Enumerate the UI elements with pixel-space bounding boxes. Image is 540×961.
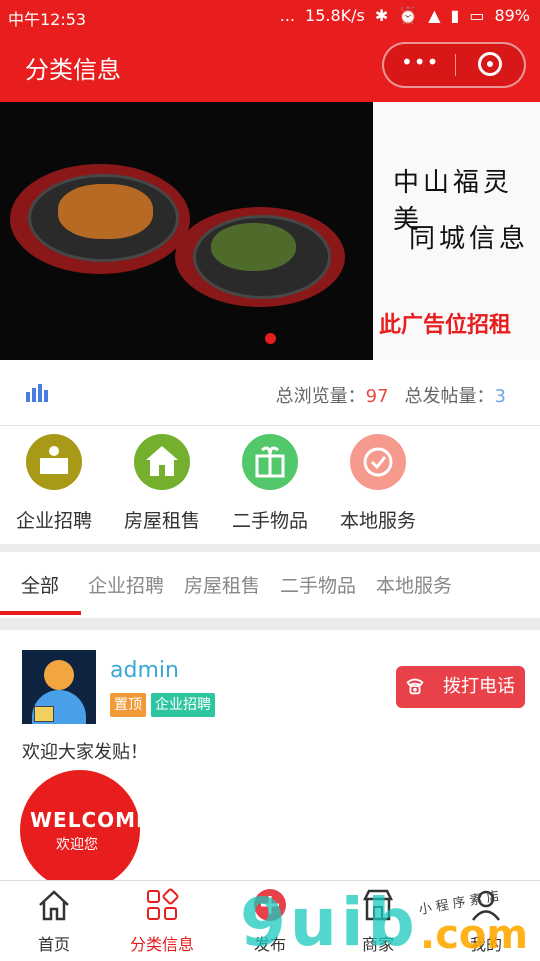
- status-time: 中午12:53: [8, 10, 87, 29]
- home-icon: [36, 887, 72, 923]
- stats-bar: 总浏览量：97 总发帖量：3: [0, 360, 540, 426]
- views-label: 总浏览量：: [275, 386, 366, 407]
- service-icon: [350, 434, 406, 490]
- ad-panel: 中山福灵美 同城信息 此广告位招租: [373, 102, 540, 360]
- close-miniprogram-button[interactable]: [478, 52, 502, 76]
- post-card[interactable]: admin 置顶 企业招聘 拨打电话 欢迎大家发贴！ WELCOME 欢迎您: [0, 630, 540, 890]
- signal-icon: ▮: [450, 6, 460, 25]
- tabbar-home[interactable]: 首页: [14, 887, 94, 955]
- welcome-subtext: 欢迎您: [56, 837, 98, 853]
- grid-icon: [144, 887, 180, 923]
- more-menu-button[interactable]: •••: [401, 50, 438, 80]
- stats-text: 总浏览量：97 总发帖量：3: [276, 382, 506, 408]
- active-tab-indicator: [0, 611, 81, 615]
- tab-jobs[interactable]: 企业招聘: [88, 571, 164, 598]
- category-jobs[interactable]: 企业招聘: [4, 434, 104, 533]
- status-dots: ...: [279, 6, 296, 25]
- tabbar-label: 分类信息: [129, 935, 194, 954]
- tab-all[interactable]: 全部: [21, 571, 59, 598]
- capsule-divider: [455, 54, 456, 76]
- post-username[interactable]: admin: [110, 658, 179, 683]
- filter-tabs: 全部 企业招聘 房屋租售 二手物品 本地服务: [0, 552, 540, 618]
- post-content: 欢迎大家发贴！: [22, 742, 148, 763]
- pinned-badge: 置顶: [110, 693, 146, 717]
- food-plate-image: [10, 164, 190, 274]
- tabbar-category[interactable]: 分类信息: [122, 887, 202, 955]
- food-plate-image: [175, 207, 345, 307]
- banner-carousel[interactable]: 中山福灵美 同城信息 此广告位招租: [0, 102, 540, 360]
- category-grid: 企业招聘 房屋租售 二手物品 本地服务: [0, 426, 540, 544]
- network-speed: 15.8K/s: [305, 6, 365, 25]
- section-divider: [0, 618, 540, 630]
- battery-icon: ▭: [469, 6, 485, 25]
- status-bar: 中午12:53 ... 15.8K/s ✱ ⏰ ▲ ▮ ▭ 89%: [0, 0, 540, 32]
- call-button[interactable]: 拨打电话: [396, 666, 525, 708]
- bluetooth-icon: ✱: [374, 6, 389, 25]
- welcome-text: WELCOME: [30, 808, 140, 832]
- tab-local-service[interactable]: 本地服务: [376, 571, 452, 598]
- ad-line-2: 同城信息: [409, 224, 530, 254]
- tab-housing[interactable]: 房屋租售: [184, 571, 260, 598]
- battery-level: 89%: [494, 6, 530, 25]
- tab-secondhand[interactable]: 二手物品: [280, 571, 356, 598]
- category-secondhand[interactable]: 二手物品: [220, 434, 320, 533]
- avatar[interactable]: [22, 650, 96, 724]
- category-label: 二手物品: [231, 510, 308, 532]
- page-title: 分类信息: [25, 56, 121, 84]
- category-label: 房屋租售: [123, 510, 200, 532]
- views-count: 97: [365, 386, 389, 407]
- watermark: 9uib: [240, 884, 419, 961]
- wifi-icon: ▲: [428, 6, 441, 25]
- gift-icon: [242, 434, 298, 490]
- category-badge: 企业招聘: [151, 693, 215, 717]
- carousel-indicator[interactable]: [265, 333, 276, 344]
- chart-icon: [26, 384, 54, 402]
- posts-label: 总发帖量：: [404, 386, 495, 407]
- ad-line-3: 此广告位招租: [379, 313, 512, 338]
- miniprogram-capsule: •••: [382, 42, 526, 88]
- reception-icon: [26, 434, 82, 490]
- posts-count: 3: [494, 386, 506, 407]
- watermark-suffix: .com: [420, 912, 529, 958]
- phone-icon: [406, 678, 424, 695]
- alarm-icon: ⏰: [398, 6, 419, 25]
- category-label: 企业招聘: [15, 510, 92, 532]
- house-icon: [134, 434, 190, 490]
- category-label: 本地服务: [339, 510, 416, 532]
- category-housing[interactable]: 房屋租售: [112, 434, 212, 533]
- tabbar-label: 首页: [37, 935, 70, 954]
- category-local-service[interactable]: 本地服务: [328, 434, 428, 533]
- section-divider: [0, 544, 540, 552]
- call-button-label: 拨打电话: [443, 676, 515, 697]
- post-image[interactable]: WELCOME 欢迎您: [20, 770, 140, 890]
